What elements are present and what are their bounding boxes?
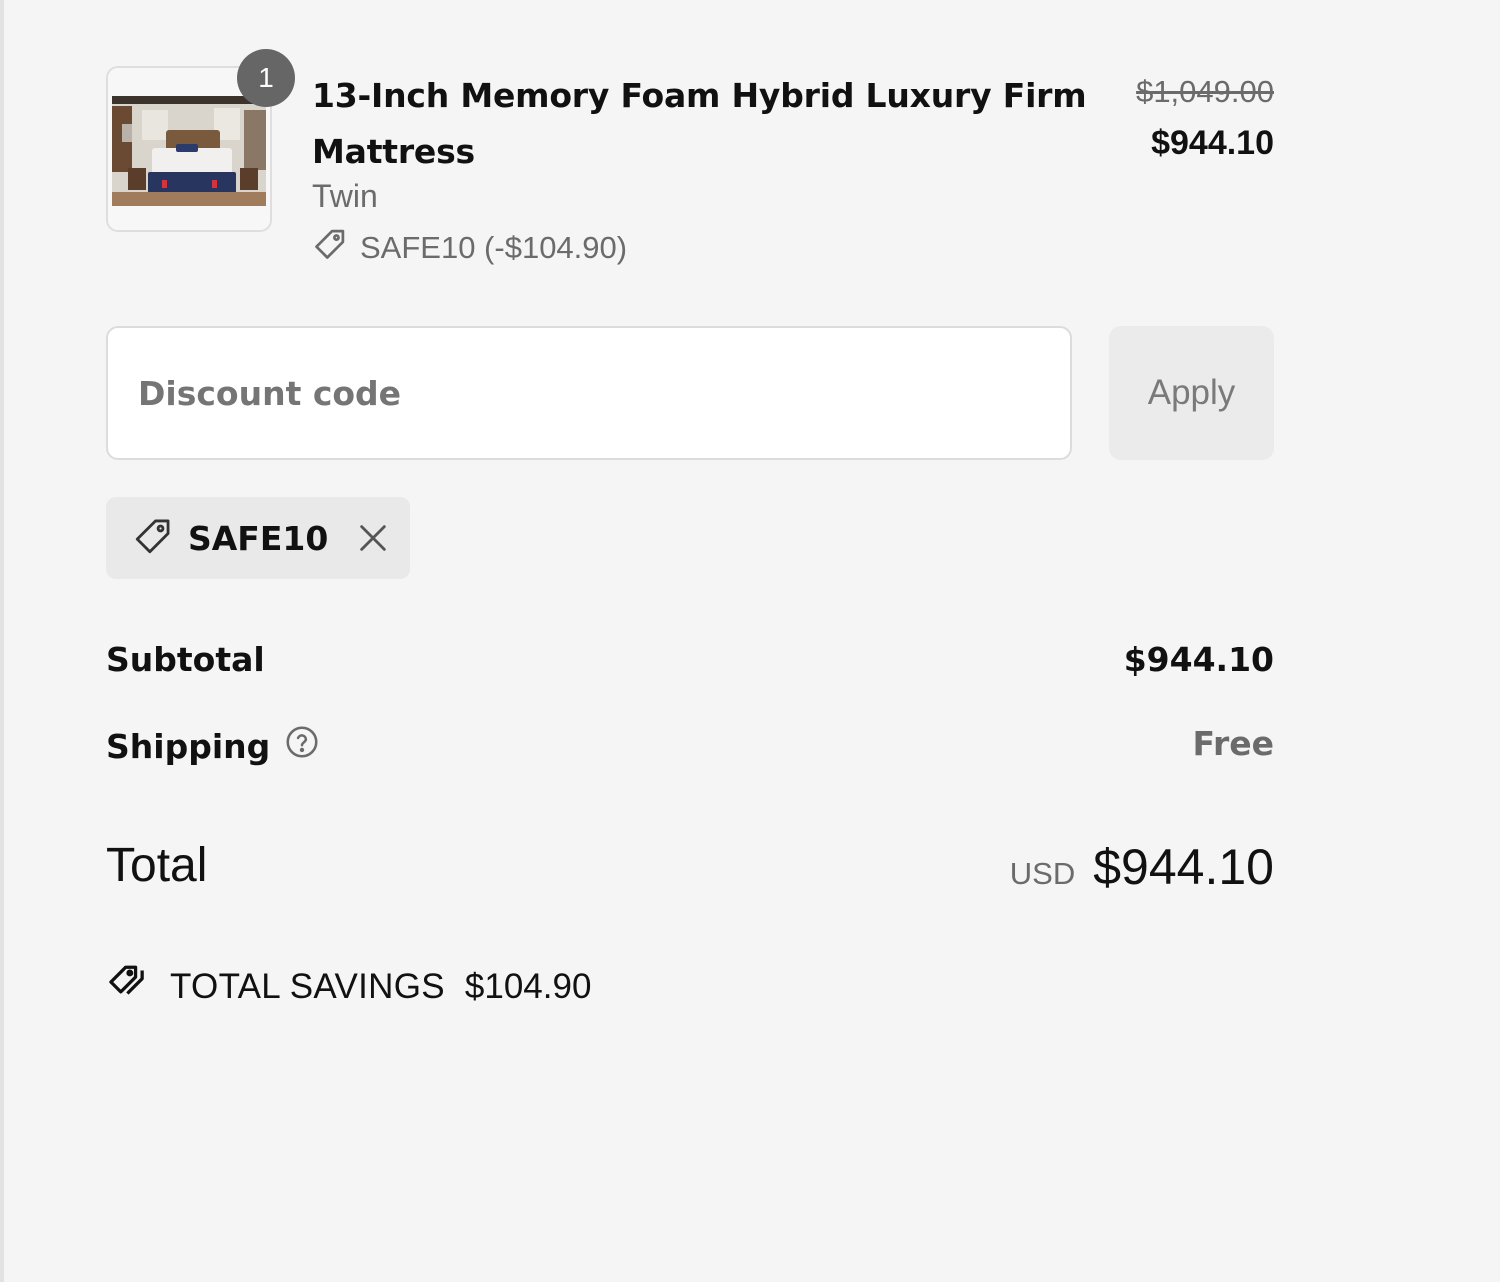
total-savings-value: $104.90 — [464, 966, 592, 1006]
total-label: Total — [106, 839, 208, 892]
total-savings: TOTAL SAVINGS $104.90 — [106, 962, 591, 1011]
tag-icon — [312, 226, 348, 270]
total-savings-label: TOTAL SAVINGS — [170, 966, 445, 1006]
product-title: 13-Inch Memory Foam Hybrid Luxury Firm M… — [312, 76, 1087, 171]
subtotal-label: Subtotal — [106, 640, 265, 679]
close-icon[interactable] — [356, 521, 390, 555]
tags-icon — [106, 962, 152, 1011]
question-circle-icon[interactable] — [284, 724, 320, 768]
shipping-label-text: Shipping — [106, 726, 271, 766]
line-discount: SAFE10 (-$104.90) — [312, 226, 627, 270]
applied-code-label: SAFE10 — [188, 518, 329, 558]
panel-left-border — [0, 0, 4, 1282]
line-discount-text: SAFE10 (-$104.90) — [360, 230, 628, 265]
quantity-badge: 1 — [237, 49, 295, 107]
currency-code: USD — [1009, 856, 1076, 891]
shipping-value: Free — [1192, 724, 1274, 763]
product-variant: Twin — [312, 178, 378, 214]
apply-button[interactable]: Apply — [1109, 326, 1274, 460]
total-amount: USD $944.10 — [1010, 838, 1274, 896]
original-price: $1,049.00 — [1136, 74, 1274, 109]
discount-code-input[interactable] — [106, 326, 1072, 460]
tag-icon — [132, 515, 174, 562]
product-thumbnail: 1 — [106, 49, 295, 232]
subtotal-label-text: Subtotal — [106, 640, 265, 679]
applied-discount-chip: SAFE10 — [106, 497, 410, 579]
shipping-label: Shipping — [106, 724, 320, 768]
line-item: 1 13-Inch Memory Foam Hybrid Luxury Firm… — [106, 49, 1274, 276]
sale-price: $944.10 — [1151, 124, 1274, 162]
total-value: $944.10 — [1093, 839, 1274, 895]
subtotal-value: $944.10 — [1123, 640, 1274, 679]
